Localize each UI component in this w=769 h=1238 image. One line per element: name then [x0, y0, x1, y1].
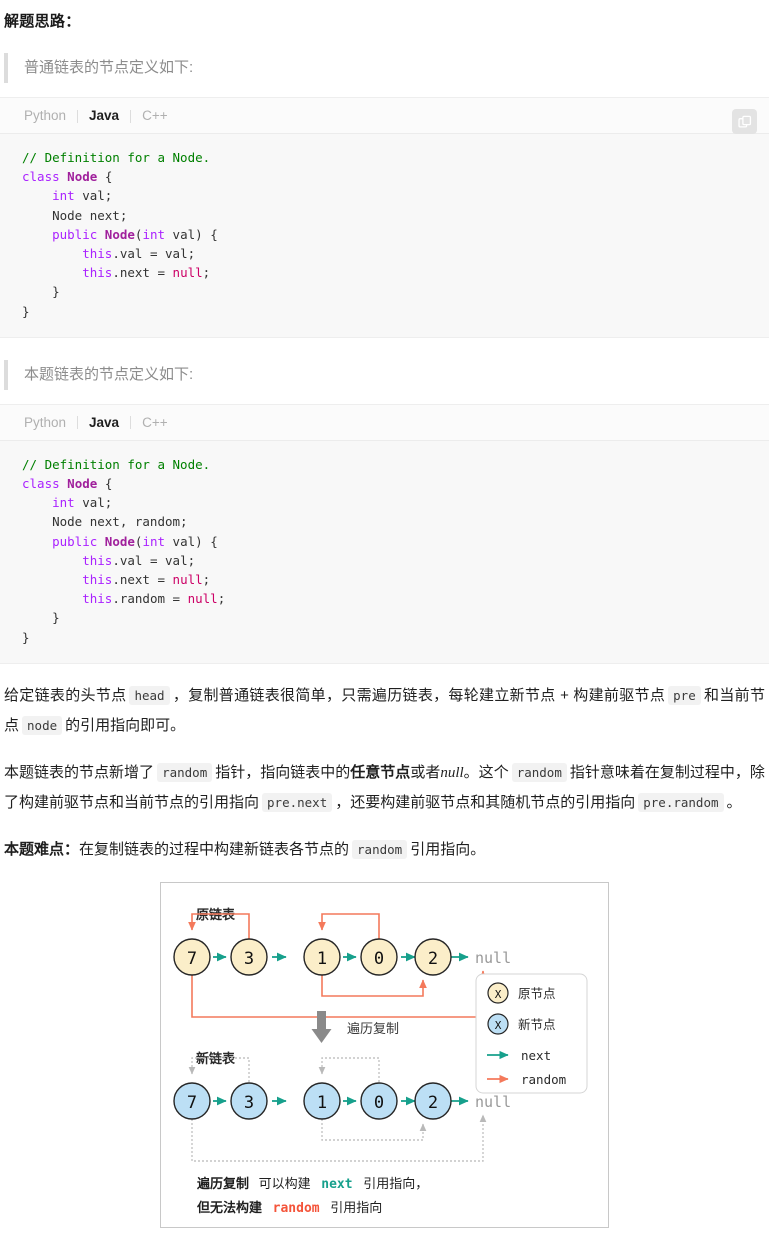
- blockquote-normal-list: 普通链表的节点定义如下:: [4, 53, 769, 83]
- node-original: 2: [414, 938, 452, 976]
- tab-cpp[interactable]: C++: [131, 415, 179, 431]
- inline-code-random: random: [157, 762, 213, 782]
- caption-run: 可以构建: [259, 1176, 311, 1191]
- tab-python[interactable]: Python: [16, 108, 77, 124]
- text-run: ，还要构建前驱节点和其随机节点的引用指向: [335, 793, 636, 811]
- caption-run: 但无法构建: [196, 1200, 262, 1215]
- legend-glyph: X: [495, 1019, 502, 1032]
- label-transform: 遍历复制: [347, 1021, 399, 1036]
- text-run: 本题链表的节点新增了: [4, 763, 155, 781]
- node-value: 3: [244, 949, 254, 969]
- inline-code-random: random: [511, 762, 567, 782]
- code-card-normal-node: Python Java C++ // Definition for a Node…: [0, 97, 769, 338]
- emphasis-null: null: [440, 764, 464, 781]
- text-run: 。这个: [463, 763, 509, 781]
- legend-label: 原节点: [518, 987, 556, 1001]
- code-snippet-normal-node: // Definition for a Node. class Node { i…: [0, 134, 769, 337]
- transform-arrow-icon: [311, 1010, 332, 1043]
- caption-code-random: random: [273, 1201, 320, 1216]
- copy-icon[interactable]: [732, 109, 757, 134]
- node-original: 7: [173, 938, 211, 976]
- node-original: 3: [230, 938, 268, 976]
- inline-code-pre: pre: [668, 685, 701, 705]
- node-value: 0: [374, 949, 384, 969]
- inline-code-node: node: [22, 715, 63, 735]
- tab-python[interactable]: Python: [16, 415, 77, 431]
- code-language-tabs: Python Java C++: [0, 404, 769, 441]
- node-new: 2: [414, 1082, 452, 1120]
- linked-list-diagram: 原链表 7 3 1 0 2 null 遍历复制 新链表 7 3 1 0 2 nu…: [160, 881, 609, 1228]
- node-value: 0: [374, 1093, 384, 1113]
- text-run: 给定链表的头节点: [4, 686, 127, 704]
- node-value: 1: [317, 949, 327, 969]
- paragraph-difficulty: 本题难点：在复制链表的过程中构建新链表各节点的 random 引用指向。: [4, 835, 765, 865]
- legend-box: X 原节点 X 新节点 next random: [475, 973, 588, 1094]
- node-value: 3: [244, 1093, 254, 1113]
- svg-text:遍历复制 可以构建: 遍历复制 可以构建 next 引用指向，: [196, 1176, 428, 1192]
- tab-cpp[interactable]: C++: [131, 108, 179, 124]
- node-new: 7: [173, 1082, 211, 1120]
- paragraph-random-pointer: 本题链表的节点新增了 random 指针，指向链表中的任意节点或者null。这个 ra…: [4, 758, 765, 818]
- inline-code-pre-random: pre.random: [638, 792, 724, 812]
- code-language-tabs: Python Java C++: [0, 98, 769, 134]
- code-snippet-problem-node: // Definition for a Node. class Node { i…: [0, 440, 769, 663]
- blockquote-problem-list: 本题链表的节点定义如下:: [4, 359, 769, 390]
- text-run: ，复制普通链表很简单，只需遍历链表，每轮建立新节点 + 构建前驱节点: [172, 686, 666, 704]
- caption-run: 遍历复制: [196, 1176, 249, 1191]
- null-label-original: null: [475, 949, 511, 967]
- page-title: 解题思路：: [4, 13, 81, 30]
- inline-code-random: random: [352, 839, 408, 859]
- text-run: 或者: [410, 763, 441, 781]
- node-value: 7: [187, 1093, 197, 1113]
- node-new: 1: [303, 1082, 341, 1120]
- node-value: 2: [428, 1093, 438, 1113]
- svg-text:但无法构建 random: 但无法构建 random 引用指向: [196, 1200, 382, 1216]
- legend-glyph: X: [495, 988, 502, 1001]
- paragraph-normal-copy: 给定链表的头节点 head ，复制普通链表很简单，只需遍历链表，每轮建立新节点 + …: [4, 681, 765, 741]
- node-value: 1: [317, 1093, 327, 1113]
- tab-java[interactable]: Java: [78, 415, 130, 431]
- text-run: 。: [726, 793, 742, 811]
- emphasis-difficulty-label: 本题难点：: [4, 840, 80, 858]
- emphasis-any-node: 任意节点: [350, 763, 411, 781]
- article-content: 解题思路： 普通链表的节点定义如下: Python Java C++ // De…: [0, 10, 769, 1238]
- node-value: 7: [187, 949, 197, 969]
- inline-code-pre-next: pre.next: [262, 792, 333, 812]
- text-run: 指针，指向链表中的: [215, 763, 351, 781]
- legend-label: random: [521, 1072, 566, 1087]
- node-original: 1: [303, 938, 341, 976]
- node-new: 0: [360, 1082, 398, 1120]
- text-run: 的引用指向即可。: [65, 716, 186, 734]
- node-new: 3: [230, 1082, 268, 1120]
- figure-caption: 遍历复制 可以构建 next 引用指向， 但无法构建 random 引用指向: [196, 1176, 428, 1216]
- legend-label: 新节点: [518, 1017, 556, 1032]
- caption-code-next: next: [321, 1177, 352, 1192]
- inline-code-head: head: [129, 685, 170, 705]
- node-original: 0: [360, 938, 398, 976]
- caption-run: 引用指向，: [363, 1176, 428, 1191]
- code-card-problem-node: Python Java C++ // Definition for a Node…: [0, 403, 769, 664]
- tab-java[interactable]: Java: [78, 108, 130, 124]
- text-run: 引用指向。: [410, 840, 486, 858]
- legend-label: next: [521, 1048, 551, 1063]
- null-label-new: null: [475, 1093, 511, 1111]
- diagram-svg: 原链表 7 3 1 0 2 null 遍历复制 新链表 7 3 1 0 2 nu…: [173, 907, 588, 1216]
- text-run: 在复制链表的过程中构建新链表各节点的: [79, 840, 350, 858]
- node-value: 2: [428, 949, 438, 969]
- caption-run: 引用指向: [330, 1200, 382, 1215]
